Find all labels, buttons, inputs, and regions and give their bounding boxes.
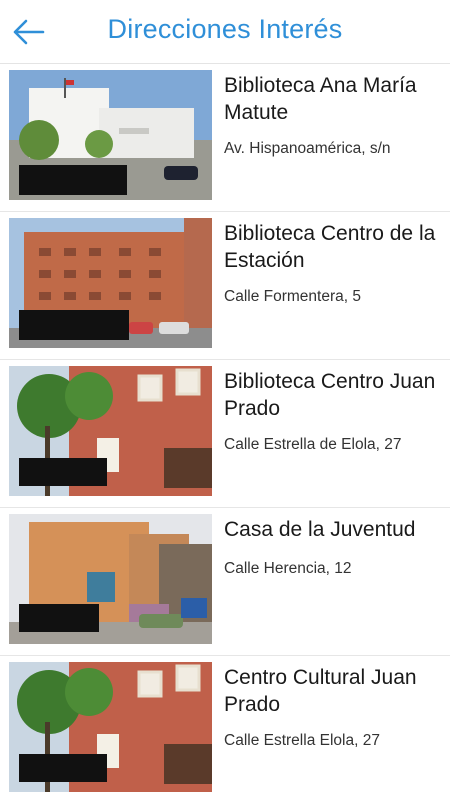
place-name: Biblioteca Centro Juan Prado [224,370,436,420]
place-address: Calle Herencia, 12 [224,560,352,577]
place-name: Biblioteca Centro de la Estación [224,222,436,272]
place-photo [9,662,212,792]
place-photo [9,366,212,496]
list-item[interactable]: Casa de la Juventud Calle Herencia, 12 [0,508,450,656]
place-name: Casa de la Juventud [224,518,416,541]
place-photo [9,218,212,348]
place-name: Biblioteca Ana María Matute [224,74,417,124]
place-address: Calle Estrella Elola, 27 [224,732,380,749]
list-item[interactable]: Centro Cultural Juan Prado Calle Estrell… [0,656,450,800]
place-address: Av. Hispanoamérica, s/n [224,140,391,157]
place-photo [9,70,212,200]
list-item[interactable]: Biblioteca Centro de la Estación Calle F… [0,212,450,360]
app-screen: Direcciones Interés Biblioteca Ana María… [0,0,450,800]
place-address: Calle Estrella de Elola, 27 [224,436,402,453]
place-name: Centro Cultural Juan Prado [224,666,417,716]
place-address: Calle Formentera, 5 [224,288,361,305]
place-photo [9,514,212,644]
places-list: Biblioteca Ana María Matute Av. Hispanoa… [0,64,450,800]
list-item[interactable]: Biblioteca Centro Juan Prado Calle Estre… [0,360,450,508]
list-item[interactable]: Biblioteca Ana María Matute Av. Hispanoa… [0,64,450,212]
app-header: Direcciones Interés [0,0,450,64]
page-title: Direcciones Interés [107,14,343,44]
